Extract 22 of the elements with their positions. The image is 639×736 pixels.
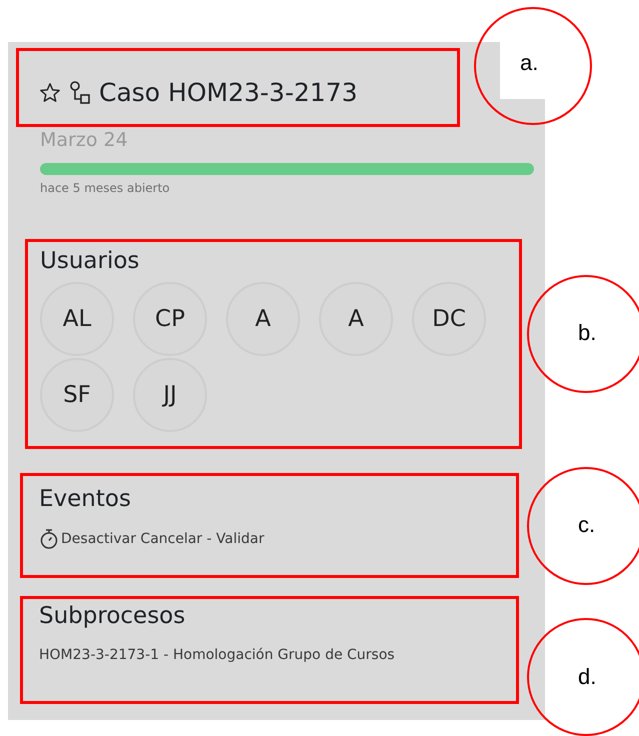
annotation-label: b.: [578, 320, 596, 346]
user-avatar[interactable]: SF: [40, 358, 114, 432]
annotation-label: d.: [578, 664, 596, 690]
user-avatar[interactable]: JJ: [133, 358, 207, 432]
event-item[interactable]: Desactivar Cancelar - Validar: [61, 531, 264, 547]
user-avatar[interactable]: A: [319, 282, 393, 356]
case-date: Marzo 24: [40, 128, 129, 153]
star-icon[interactable]: [39, 82, 61, 104]
section-heading: Subprocesos: [39, 602, 186, 631]
workflow-icon: [69, 80, 91, 104]
section-heading: Usuarios: [40, 247, 140, 276]
stopwatch-icon: [39, 528, 59, 550]
user-avatar[interactable]: A: [226, 282, 300, 356]
case-title: Caso HOM23-3-2173: [99, 78, 358, 107]
annotation-label: a.: [520, 50, 538, 76]
user-avatar[interactable]: AL: [40, 282, 114, 356]
user-avatar[interactable]: DC: [412, 282, 486, 356]
subprocess-link[interactable]: HOM23-3-2173-1 - Homologación Grupo de Cursos: [39, 647, 516, 663]
annotation-label: c.: [578, 512, 596, 538]
user-avatar[interactable]: CP: [133, 282, 207, 356]
case-age: hace 5 meses abierto: [40, 181, 171, 195]
section-heading: Eventos: [39, 485, 132, 514]
